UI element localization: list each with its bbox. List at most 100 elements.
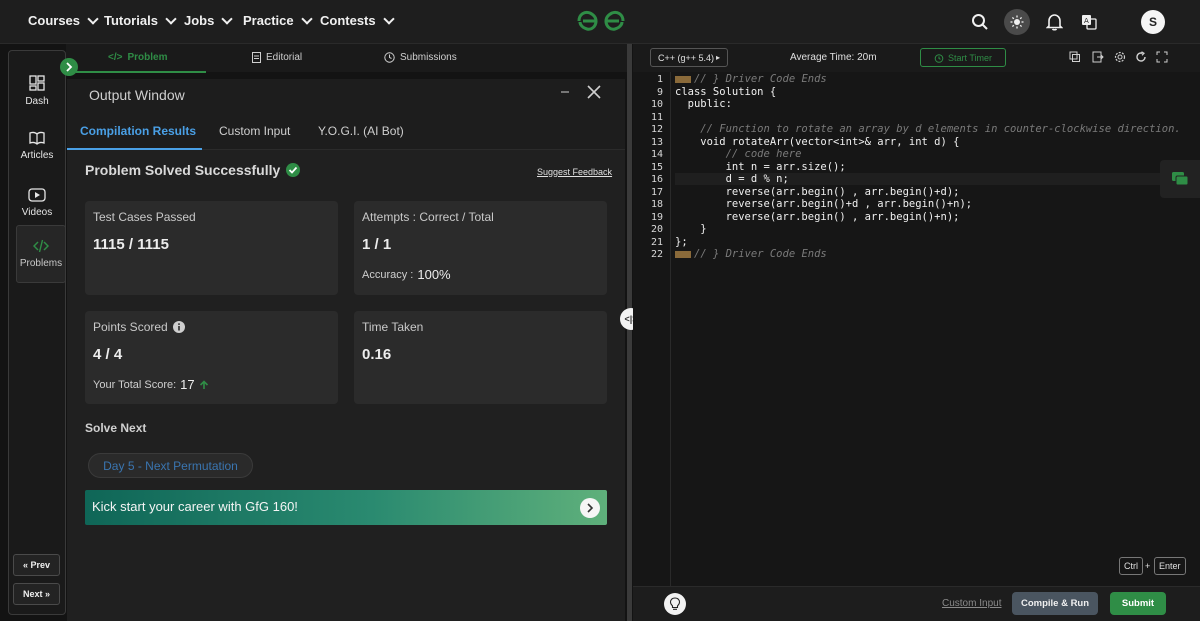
tab-problem[interactable]: </> Problem bbox=[108, 52, 167, 63]
tab-custom-input[interactable]: Custom Input bbox=[219, 124, 290, 138]
gfg-logo[interactable] bbox=[576, 9, 626, 33]
minimize-icon[interactable]: ⎯ bbox=[561, 83, 569, 101]
code-line: // } Driver Code Ends bbox=[675, 248, 827, 260]
document-icon bbox=[252, 52, 261, 63]
import-file-icon[interactable] bbox=[1092, 51, 1104, 63]
tab-yogi-ai-bot[interactable]: Y.O.G.I. (AI Bot) bbox=[318, 124, 404, 138]
kbd-enter: Enter bbox=[1154, 557, 1186, 575]
output-window: Output Window ⎯ Compilation Results Cust… bbox=[67, 79, 625, 621]
chat-icon[interactable] bbox=[1160, 160, 1200, 198]
code-icon bbox=[33, 239, 49, 253]
double-chevron-right-icon: » bbox=[42, 589, 51, 599]
nav-tutorials-label: Tutorials bbox=[104, 13, 158, 28]
compile-run-button[interactable]: Compile & Run bbox=[1012, 592, 1098, 615]
avatar[interactable]: S bbox=[1141, 10, 1165, 34]
nav-practice[interactable]: Practice bbox=[243, 12, 313, 28]
search-icon[interactable] bbox=[967, 9, 993, 35]
nav-contests[interactable]: Contests bbox=[320, 12, 395, 28]
tab-submissions[interactable]: Submissions bbox=[384, 52, 457, 63]
next-problem-chip[interactable]: Day 5 - Next Permutation bbox=[88, 453, 253, 478]
code-line: int n = arr.size(); bbox=[675, 160, 846, 173]
language-select[interactable]: C++ (g++ 5.4) ▸ bbox=[650, 48, 728, 67]
sidebar-item-dash[interactable]: Dash bbox=[9, 63, 65, 119]
sidebar-item-label: Problems bbox=[19, 258, 63, 269]
code-line: void rotateArr(vector<int>& arr, int d) … bbox=[675, 135, 960, 148]
pane-splitter[interactable] bbox=[627, 44, 632, 621]
caret-icon: ▸ bbox=[716, 53, 721, 62]
expand-sidebar-button[interactable] bbox=[60, 58, 78, 76]
card-value: 1115 / 1115 bbox=[93, 236, 169, 253]
submit-button[interactable]: Submit bbox=[1110, 592, 1166, 615]
reset-icon[interactable] bbox=[1135, 51, 1147, 63]
bell-icon[interactable] bbox=[1041, 9, 1067, 35]
total-score-value: 17 bbox=[180, 377, 195, 392]
fold-marker-icon[interactable] bbox=[675, 75, 691, 83]
nav-courses-label: Courses bbox=[28, 13, 81, 28]
top-navbar: Courses Tutorials Jobs Practice Contests… bbox=[0, 0, 1200, 44]
check-circle-icon bbox=[286, 163, 301, 177]
tab-editorial-label: Editorial bbox=[266, 52, 303, 63]
line-number: 18 bbox=[650, 199, 663, 210]
lightbulb-icon[interactable] bbox=[664, 593, 686, 615]
solve-next-heading: Solve Next bbox=[85, 421, 147, 435]
editor-bottom-bar: Custom Input Compile & Run Submit bbox=[633, 586, 1200, 621]
line-number: 10 bbox=[650, 99, 663, 110]
copy-icon[interactable] bbox=[1069, 51, 1081, 63]
chevron-down-icon bbox=[87, 12, 99, 25]
settings-icon[interactable] bbox=[1114, 51, 1126, 63]
accuracy: Accuracy :100% bbox=[362, 267, 451, 282]
prev-label: Prev bbox=[30, 560, 51, 570]
nav-contests-label: Contests bbox=[320, 13, 376, 28]
card-label: Points Scored bbox=[93, 320, 168, 334]
attempts-card: Attempts : Correct / Total 1 / 1 Accurac… bbox=[354, 201, 607, 295]
code-line: // code here bbox=[675, 148, 802, 160]
line-number: 19 bbox=[650, 211, 663, 223]
nav-courses[interactable]: Courses bbox=[28, 12, 99, 28]
nav-practice-label: Practice bbox=[243, 13, 294, 28]
start-timer-button[interactable]: Start Timer bbox=[920, 48, 1006, 67]
info-icon[interactable] bbox=[172, 321, 185, 333]
tab-submissions-label: Submissions bbox=[400, 52, 457, 63]
code-line: // Function to rotate an array by d elem… bbox=[675, 123, 1181, 135]
theme-toggle-icon[interactable] bbox=[1004, 9, 1030, 35]
code-line: } bbox=[675, 223, 707, 235]
total-score-label: Your Total Score: bbox=[93, 378, 177, 391]
line-number: 22 bbox=[650, 249, 663, 260]
tab-editorial[interactable]: Editorial bbox=[252, 52, 302, 63]
code-icon: </> bbox=[108, 52, 123, 63]
banner-text: Kick start your career with GfG 160! bbox=[92, 499, 298, 514]
sidebar-item-videos[interactable]: Videos bbox=[9, 175, 65, 231]
translate-icon[interactable]: A bbox=[1076, 9, 1102, 35]
card-value: 4 / 4 bbox=[93, 346, 123, 363]
book-icon bbox=[29, 131, 45, 145]
double-chevron-left-icon: « bbox=[22, 560, 31, 570]
chevron-down-icon bbox=[221, 12, 234, 25]
dashboard-icon bbox=[29, 75, 45, 91]
code-line: reverse(arr.begin() , arr.begin()+d); bbox=[675, 185, 960, 198]
start-timer-label: Start Timer bbox=[947, 52, 992, 63]
fullscreen-icon[interactable] bbox=[1156, 51, 1168, 63]
accuracy-value: 100% bbox=[417, 267, 451, 282]
close-icon[interactable] bbox=[587, 85, 601, 104]
fold-marker-icon[interactable] bbox=[675, 250, 691, 258]
line-number: 16 bbox=[650, 174, 663, 185]
suggest-feedback-link[interactable]: Suggest Feedback bbox=[537, 167, 612, 177]
chevron-right-icon[interactable] bbox=[580, 498, 600, 518]
gfg160-banner[interactable]: Kick start your career with GfG 160! bbox=[85, 490, 607, 525]
sidebar-item-articles[interactable]: Articles bbox=[9, 118, 65, 174]
output-tabs: Compilation Results Custom Input Y.O.G.I… bbox=[67, 112, 625, 150]
video-icon bbox=[28, 188, 46, 202]
tab-compilation-results[interactable]: Compilation Results bbox=[80, 124, 196, 138]
next-button[interactable]: Next » bbox=[13, 583, 60, 605]
sidebar-item-problems[interactable]: Problems bbox=[16, 225, 66, 283]
code-editor[interactable]: 1 9 10 11 12 13 14 15 16 17 18 19 20 21 … bbox=[633, 72, 1200, 586]
nav-tutorials[interactable]: Tutorials bbox=[104, 12, 177, 28]
sidebar-item-label: Videos bbox=[21, 207, 53, 218]
nav-jobs[interactable]: Jobs bbox=[184, 12, 234, 28]
line-number: 14 bbox=[650, 149, 663, 160]
prev-button[interactable]: « Prev bbox=[13, 554, 60, 576]
custom-input-link[interactable]: Custom Input bbox=[942, 598, 1001, 609]
active-tab-indicator bbox=[76, 71, 206, 73]
chevron-down-icon bbox=[382, 12, 395, 25]
output-tab-indicator bbox=[67, 148, 202, 150]
